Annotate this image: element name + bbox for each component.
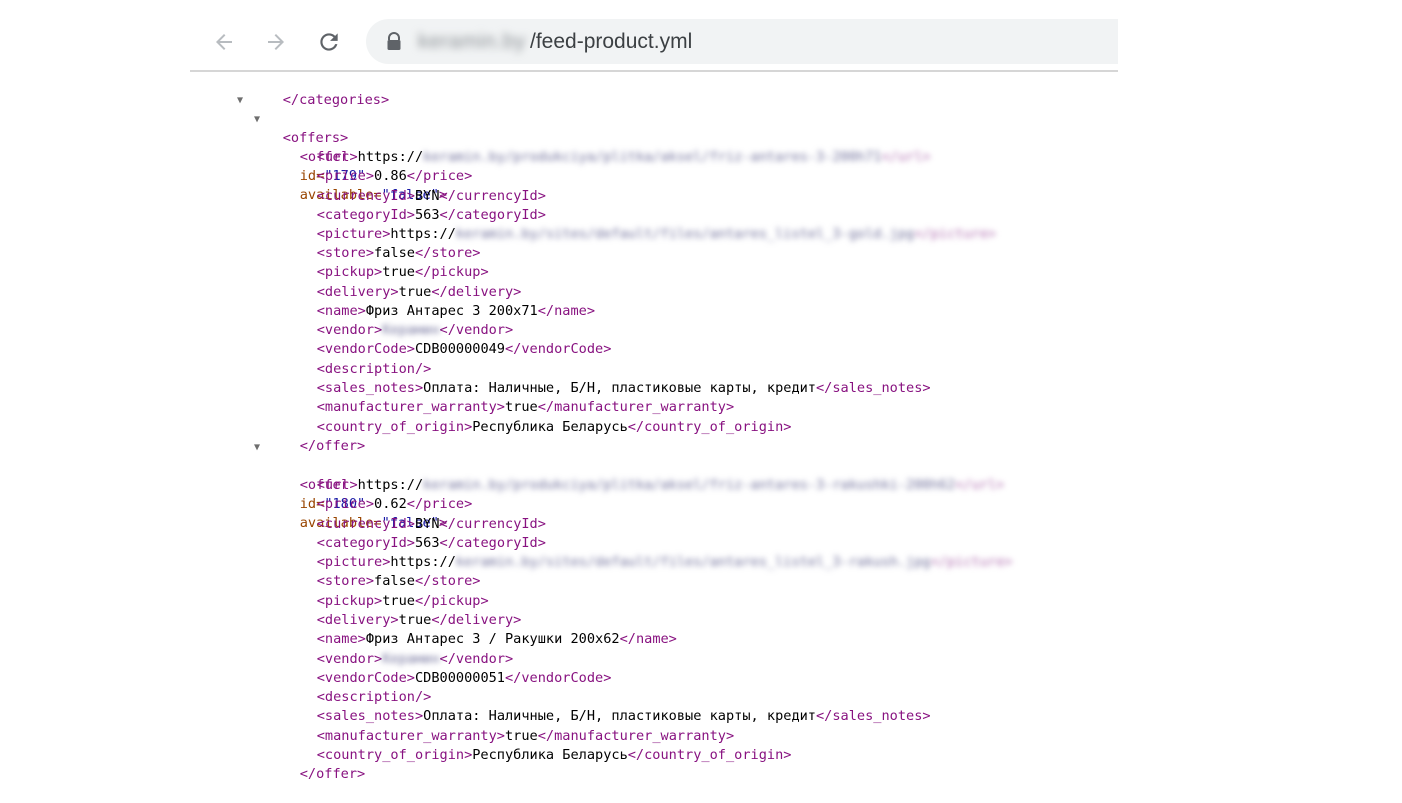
name-line: <name>Фриз Антарес 3 / Ракушки 200х62</n… [284,611,677,647]
country-close-tag: </country_of_origin> [627,747,792,763]
currency-line: <currencyId>BYN</currencyId> [284,496,546,532]
url-close-tag: </url> [955,477,1005,493]
forward-button[interactable] [260,26,292,58]
reload-button[interactable] [313,26,345,58]
store-line: <store>false</store> [284,225,481,261]
arrow-right-icon [264,30,288,54]
sales-notes-line: <sales_notes>Оплата: Наличные, Б/Н, плас… [284,360,931,396]
warranty-line: <manufacturer_warranty>true</manufacture… [284,708,734,744]
offer-close-line: </offer> [267,746,365,782]
description-line: <description/> [284,669,432,705]
currency-line: <currencyId>BYN</currencyId> [284,168,546,204]
offer-close-tag: </offer> [299,766,366,782]
browser-toolbar: keramin.by /feed-product.yml [190,14,1118,70]
price-line: <price>0.86</price> [284,148,473,184]
vendorcode-close-tag: </vendorCode> [505,341,612,357]
category-line: <categoryId>563</categoryId> [284,515,546,551]
vendor-line: <vendor>Керамин</vendor> [284,631,513,667]
url-close-tag: </url> [881,149,931,165]
offer-open-line: ▼ <offer id="179" available="false"> [254,110,447,203]
country-line: <country_of_origin>Республика Беларусь</… [284,399,792,435]
offer-close-line: </offer> [267,418,365,454]
collapse-toggle-icon[interactable]: ▼ [254,438,260,457]
reload-icon [316,29,342,55]
url-value-blurred: keramin.by/produkciya/plitka/aksel/friz-… [423,477,956,493]
back-button[interactable] [208,26,240,58]
url-path: /feed-product.yml [530,30,693,53]
name-close-tag: </name> [619,631,677,647]
delivery-line: <delivery>true</delivery> [284,264,522,300]
warranty-line: <manufacturer_warranty>true</manufacture… [284,379,734,415]
picture-line: <picture>https://keramin.by/sites/defaul… [284,534,1013,570]
vendorcode-line: <vendorCode>CDB00000049</vendorCode> [284,321,612,357]
picture-value-blurred: keramin.by/sites/default/files/antares_l… [455,226,915,242]
pickup-line: <pickup>true</pickup> [284,244,489,280]
name-close-tag: </name> [537,303,596,319]
sales-notes-close-tag: </sales_notes> [816,380,931,396]
delivery-line: <delivery>true</delivery> [284,592,522,628]
name-line: <name>Фриз Антарес 3 200х71</name> [284,283,595,319]
picture-value-blurred: keramin.by/sites/default/files/antares_l… [455,554,931,570]
price-line: <price>0.62</price> [284,476,473,512]
vendorcode-line: <vendorCode>CDB00000051</vendorCode> [284,650,612,686]
country-value: Республика Беларусь [472,419,628,435]
url-line: <url>https://keramin.by/produkciya/plitk… [284,129,931,165]
description-line: <description/> [284,341,432,377]
store-line: <store>false</store> [284,553,481,589]
picture-line: <picture>https://keramin.by/sites/defaul… [284,206,996,242]
category-line: <categoryId>563</categoryId> [284,187,546,223]
picture-close-tag: </picture> [914,226,997,242]
address-bar[interactable]: keramin.by /feed-product.yml [366,19,1118,64]
country-line: <country_of_origin>Республика Беларусь</… [284,727,792,763]
picture-close-tag: </picture> [930,554,1013,570]
pickup-line: <pickup>true</pickup> [284,573,489,609]
categories-close-line: </categories> [250,72,389,108]
country-value: Республика Беларусь [472,747,628,763]
lock-icon[interactable] [386,32,402,55]
collapse-toggle-icon[interactable]: ▼ [254,110,260,129]
url-line: <url>https://keramin.by/produkciya/plitk… [284,457,1004,493]
url-domain: keramin.by [418,30,526,53]
vendor-line: <vendor>Керамин</vendor> [284,302,513,338]
offers-open-line: ▼ <offers> [237,91,348,146]
url-value-blurred: keramin.by/produkciya/plitka/aksel/friz-… [423,149,882,165]
arrow-left-icon [212,30,236,54]
sales-notes-line: <sales_notes>Оплата: Наличные, Б/Н, плас… [284,688,931,724]
collapse-toggle-icon[interactable]: ▼ [237,91,243,110]
sales-notes-close-tag: </sales_notes> [816,708,931,724]
vendorcode-close-tag: </vendorCode> [505,670,612,686]
country-close-tag: </country_of_origin> [627,419,792,435]
offer-open-line: ▼ <offer id="180" available="false"> [254,438,447,531]
